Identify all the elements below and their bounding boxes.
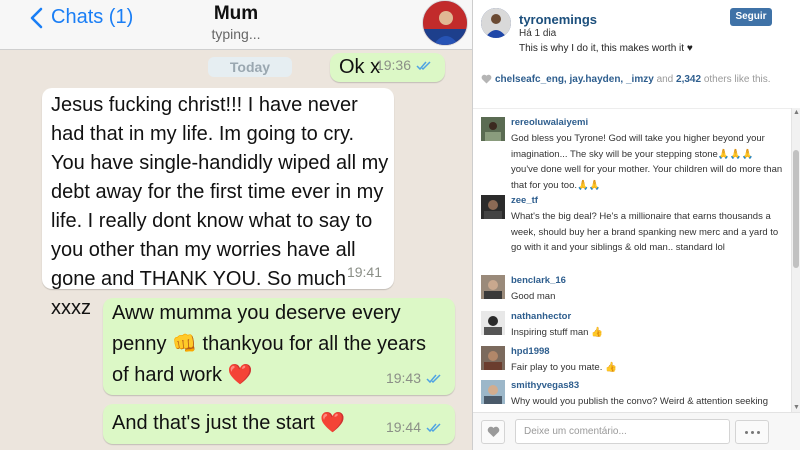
post-username[interactable]: tyronemings [519, 12, 597, 27]
comments-scrollbar[interactable]: ▲ ▼ [791, 108, 800, 412]
chat-panel: Chats (1) Mum typing... Today Ok x 19:36… [0, 0, 472, 450]
scroll-down-icon[interactable]: ▼ [792, 404, 800, 411]
message-meta: 19:41 [347, 258, 382, 287]
message-time: 19:43 [385, 370, 421, 386]
double-check-icon [426, 373, 441, 383]
avatar-photo-icon [481, 117, 505, 141]
double-check-icon [426, 422, 441, 432]
more-options-button[interactable] [735, 420, 769, 444]
comment-text: God bless you Tyrone! God will take you … [511, 133, 783, 191]
comment-text: Fair play to you mate. 👍 [511, 362, 617, 373]
avatar[interactable] [481, 195, 505, 219]
post-header: tyronemings Há 1 dia This is why I do it… [473, 0, 800, 70]
avatar-photo-icon [481, 380, 505, 404]
avatar-photo-icon [481, 195, 505, 219]
comment-username[interactable]: hpd1998 [511, 346, 550, 357]
comment-text: What's the big deal? He's a millionaire … [511, 211, 779, 253]
dot-icon [744, 430, 748, 434]
comment-username[interactable]: rereoluwalaiyemi [511, 117, 588, 128]
likes-users[interactable]: chelseafc_eng, jay.hayden, _imzy [495, 74, 654, 85]
double-check-icon [416, 60, 431, 70]
comment-text: Inspiring stuff man 👍 [511, 327, 603, 338]
message-text: Ok x [339, 56, 381, 78]
message-outgoing[interactable]: Aww mumma you deserve every penny 👊 than… [103, 298, 455, 395]
avatar[interactable] [481, 275, 505, 299]
comment-text: Why would you publish the convo? Weird &… [511, 396, 769, 407]
heart-icon [487, 426, 499, 437]
scroll-up-icon[interactable]: ▲ [792, 109, 800, 116]
comment-username[interactable]: nathanhector [511, 311, 571, 322]
comment-username[interactable]: benclark_16 [511, 275, 566, 286]
avatar-photo-icon [481, 311, 505, 335]
avatar-photo-icon [481, 346, 505, 370]
avatar-photo-icon [481, 8, 511, 38]
comment-username[interactable]: zee_tf [511, 195, 538, 206]
message-meta: 19:44 [386, 413, 443, 442]
message-text: And that's just the start ❤️ [112, 412, 346, 434]
instagram-panel: tyronemings Há 1 dia This is why I do it… [473, 0, 800, 450]
likes-count[interactable]: 2,342 [676, 74, 701, 85]
comment-bar [473, 412, 800, 450]
post-caption: This is why I do it, this makes worth it… [519, 43, 693, 54]
contact-avatar[interactable] [422, 0, 468, 46]
dot-icon [756, 430, 760, 434]
avatar[interactable] [481, 117, 505, 141]
message-time: 19:44 [385, 419, 421, 435]
follow-button[interactable]: Seguir [730, 8, 772, 26]
likes-suffix: others like this. [703, 74, 771, 85]
avatar-photo-icon [481, 275, 505, 299]
post-time: Há 1 dia [519, 28, 557, 39]
message-time: 19:41 [346, 264, 382, 280]
avatar[interactable] [481, 380, 505, 404]
comment-username[interactable]: smithyvegas83 [511, 380, 579, 391]
avatar-photo-icon [423, 1, 467, 45]
dot-icon [750, 430, 754, 434]
message-meta: 19:36 [376, 51, 433, 80]
message-time: 19:36 [375, 57, 411, 73]
date-separator: Today [208, 57, 292, 77]
avatar[interactable] [481, 8, 511, 38]
message-text: Jesus fucking christ!!! I have never had… [51, 94, 394, 319]
contact-name[interactable]: Mum [0, 3, 472, 25]
avatar[interactable] [481, 311, 505, 335]
likes-summary: chelseafc_eng, jay.hayden, _imzy and 2,3… [481, 73, 771, 86]
scrollbar-thumb[interactable] [793, 150, 799, 268]
comment-text: Good man [511, 291, 556, 302]
likes-and: and [656, 74, 674, 85]
heart-icon [481, 74, 492, 84]
message-incoming[interactable]: Jesus fucking christ!!! I have never had… [42, 88, 394, 319]
message-meta: 19:43 [386, 364, 443, 393]
message-outgoing[interactable]: And that's just the start ❤️ 19:44 [103, 404, 455, 444]
comments-list[interactable]: rereoluwalaiyemi God bless you Tyrone! G… [473, 108, 791, 412]
message-outgoing[interactable]: Ok x 19:36 [330, 53, 445, 82]
contact-status: typing... [211, 26, 261, 42]
like-button[interactable] [481, 420, 505, 444]
comment-input[interactable] [515, 419, 730, 444]
chat-header: Chats (1) Mum typing... [0, 0, 472, 50]
avatar[interactable] [481, 346, 505, 370]
